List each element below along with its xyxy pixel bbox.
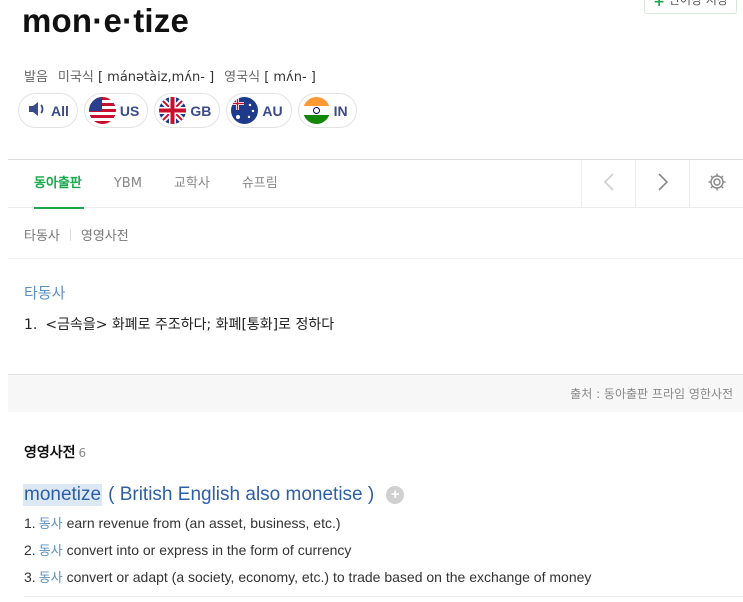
flag-gb-icon [159, 97, 187, 124]
audio-us-label: US [119, 102, 140, 119]
subnav-english-dictionary[interactable]: 영영사전 [81, 225, 129, 244]
subnav-divider [69, 228, 71, 241]
audio-buttons: All US GB AU IN [18, 93, 357, 128]
audio-au-button[interactable]: AU [226, 93, 292, 128]
next-button[interactable] [635, 160, 689, 208]
us-ipa: [ mánətàiz,mʌ́n- ] [97, 70, 215, 85]
entry-word-link[interactable]: monetize [23, 484, 103, 506]
flag-au-icon [231, 97, 259, 124]
entry-variant: ( British English also monetise ) [108, 484, 375, 505]
tab-ybm[interactable]: YBM [98, 160, 158, 208]
plus-icon: + [653, 0, 665, 10]
headword: mon·e·tize [22, 2, 189, 39]
audio-us-button[interactable]: US [83, 93, 149, 128]
bottom-divider [24, 596, 743, 597]
prev-button[interactable] [581, 160, 635, 208]
uk-pron-label: 영국식 [224, 70, 261, 85]
section-divider [8, 258, 743, 259]
tab-supreme[interactable]: 슈프림 [226, 160, 294, 208]
settings-button[interactable] [689, 160, 743, 208]
chevron-right-icon [657, 172, 669, 196]
definition-number: 3. [24, 569, 36, 585]
english-dictionary-label: 영영사전 [24, 445, 76, 461]
source-bar: 출처 : 동아출판 프라임 영한사전 [8, 374, 743, 412]
definition-number: 1. [24, 515, 36, 531]
add-to-wordbook-icon[interactable]: + [386, 486, 405, 504]
definition-text: convert or adapt (a society, economy, et… [66, 569, 592, 585]
audio-au-label: AU [262, 102, 283, 119]
gear-icon [707, 172, 727, 196]
source-text: 출처 : 동아출판 프라임 영한사전 [570, 387, 733, 401]
flag-in-icon [302, 97, 330, 124]
us-pron-label: 미국식 [57, 70, 94, 85]
speaker-icon [27, 101, 47, 120]
sense-number: 1. [24, 317, 38, 333]
definition-text: convert into or express in the form of c… [66, 542, 352, 558]
english-dictionary-title: 영영사전 6 [24, 442, 86, 462]
subnav-transitive-verb[interactable]: 타동사 [24, 225, 60, 244]
save-wordbook-label: 단어장 저장 [668, 0, 728, 7]
tab-donga[interactable]: 동아출판 [8, 160, 98, 209]
part-of-speech-heading: 타동사 [24, 284, 66, 302]
definition-text: earn revenue from (an asset, business, e… [66, 515, 341, 531]
definition-number: 2. [24, 542, 36, 558]
pronunciation-label: 발음 [24, 70, 48, 85]
audio-in-label: IN [333, 102, 348, 119]
audio-all-label: All [51, 102, 69, 119]
save-wordbook-button[interactable]: + 단어장 저장 [644, 0, 737, 14]
subnav: 타동사 영영사전 [24, 225, 129, 244]
uk-ipa: [ mʌ́n- ] [264, 70, 316, 85]
definition-item: 3. 동사 convert or adapt (a society, economy… [24, 567, 591, 586]
definition-pos: 동사 [38, 571, 63, 586]
definition-pos: 동사 [38, 517, 63, 532]
dictionary-tabs: 동아출판 YBM 교학사 슈프림 [8, 159, 743, 209]
sense-text: <금속을> 화폐로 주조하다; 화폐[통화]로 정하다 [45, 317, 335, 333]
flag-us-icon [88, 97, 116, 124]
tab-gyohaksa[interactable]: 교학사 [158, 160, 226, 208]
audio-in-button[interactable]: IN [297, 93, 357, 128]
audio-gb-label: GB [190, 102, 212, 119]
entry-headword-line: monetize ( British English also monetise… [23, 484, 405, 506]
definition-item: 2. 동사 convert into or express in the form … [24, 540, 351, 559]
audio-gb-button[interactable]: GB [154, 93, 221, 128]
sense-item: 1. <금속을> 화폐로 주조하다; 화폐[통화]로 정하다 [24, 314, 334, 334]
result-count: 6 [78, 446, 87, 460]
definition-pos: 동사 [38, 544, 63, 559]
definition-item: 1. 동사 earn revenue from (an asset, busines… [24, 513, 341, 532]
chevron-left-icon [603, 172, 615, 196]
audio-all-button[interactable]: All [18, 93, 78, 128]
pronunciation-row: 발음 미국식 [ mánətàiz,mʌ́n- ] 영국식 [ mʌ́n- ] [24, 66, 316, 85]
